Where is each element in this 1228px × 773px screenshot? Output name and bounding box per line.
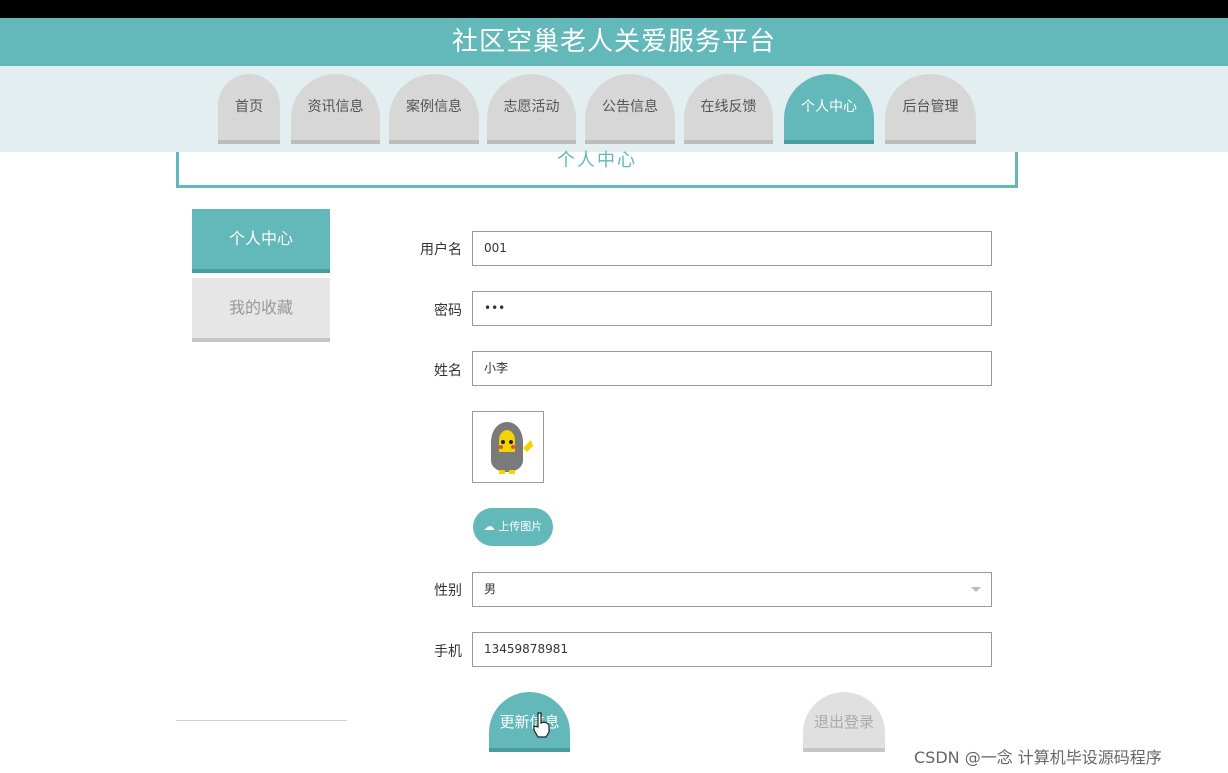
site-title: 社区空巢老人关爱服务平台	[451, 27, 776, 57]
logout-button[interactable]: 退出登录	[803, 692, 885, 752]
nav-home[interactable]: 首页	[218, 74, 280, 144]
cloud-upload-icon: ☁	[483, 520, 495, 533]
username-label: 用户名	[420, 242, 462, 258]
name-field[interactable]: 小李	[472, 351, 992, 386]
avatar-image	[472, 411, 544, 483]
phone-field[interactable]: 13459878981	[472, 632, 992, 667]
window-top-bar	[0, 0, 1228, 18]
sidebar-item-favorites[interactable]: 我的收藏	[192, 278, 330, 342]
watermark-text: CSDN @一念 计算机毕设源码程序	[914, 748, 1162, 767]
page-title: 个人中心	[557, 150, 637, 171]
page-title-box: 个人中心	[176, 152, 1018, 188]
avatar-character-icon	[473, 412, 543, 482]
phone-label: 手机	[434, 644, 462, 660]
gender-value: 男	[484, 582, 497, 596]
sidebar-divider	[176, 720, 347, 721]
chevron-down-icon	[971, 587, 981, 592]
gender-label: 性别	[434, 583, 462, 599]
upload-label: 上传图片	[498, 520, 543, 533]
update-info-button[interactable]: 更新信息	[489, 692, 570, 752]
password-field[interactable]: •••	[472, 291, 992, 326]
gender-select[interactable]: 男	[472, 572, 992, 607]
sidebar-item-profile[interactable]: 个人中心	[192, 209, 330, 273]
name-label: 姓名	[434, 363, 462, 379]
mouse-cursor-icon	[532, 712, 550, 742]
site-header: 社区空巢老人关爱服务平台	[0, 18, 1228, 66]
username-field[interactable]: 001	[472, 231, 992, 266]
password-label: 密码	[434, 303, 462, 319]
upload-image-button[interactable]: ☁ 上传图片	[473, 508, 553, 546]
